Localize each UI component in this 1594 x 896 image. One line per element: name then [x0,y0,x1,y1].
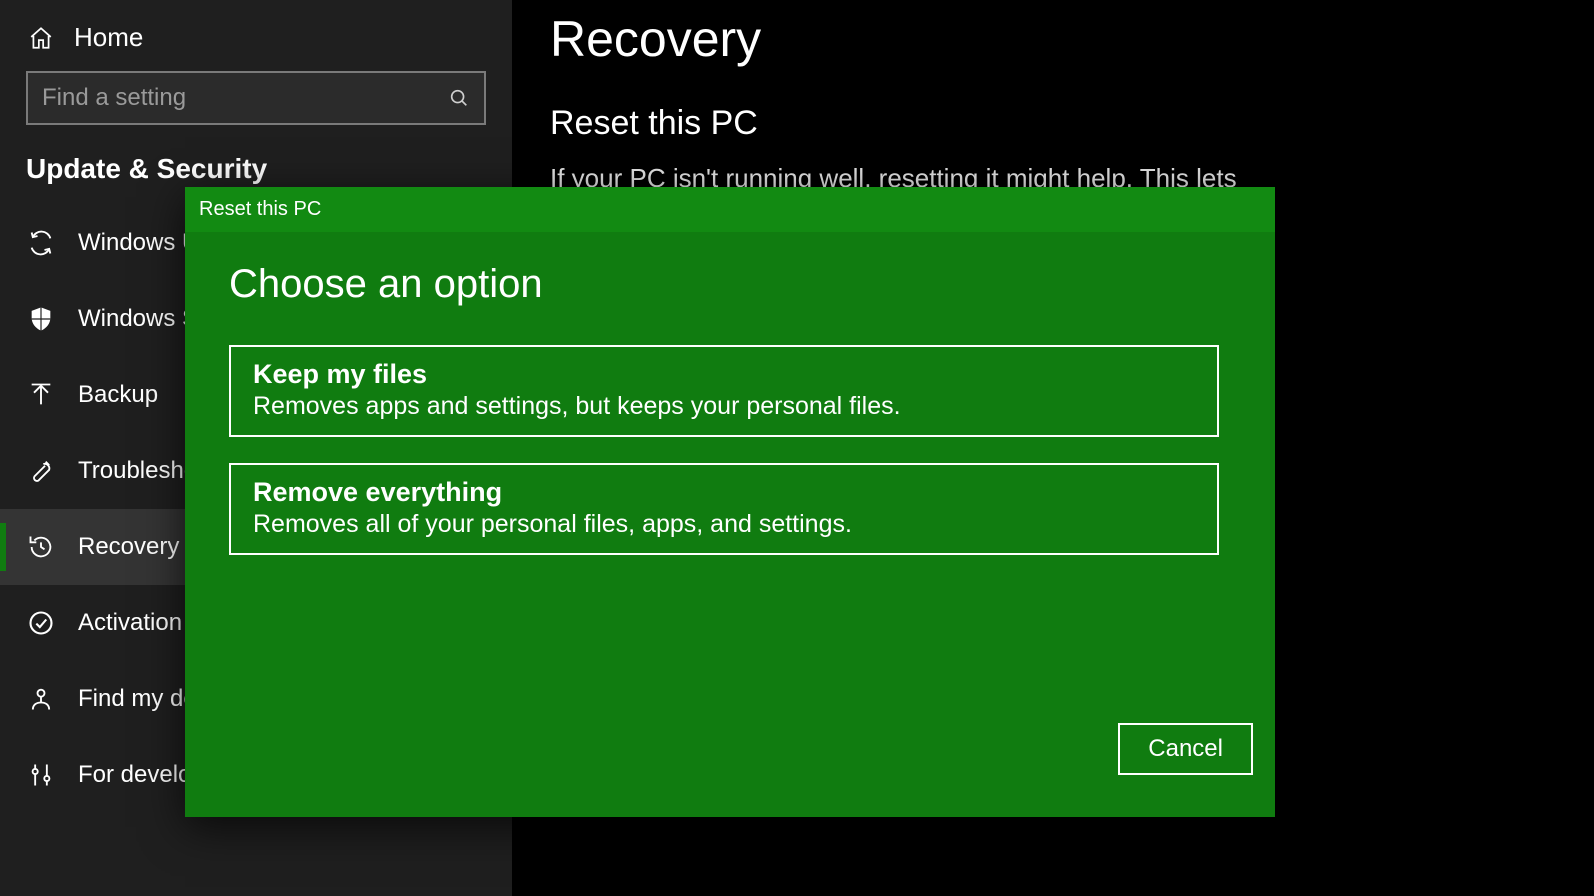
shield-icon [26,304,56,334]
dialog-titlebar[interactable]: Reset this PC [185,187,1275,232]
history-icon [26,532,56,562]
option-title: Keep my files [253,359,1195,390]
search-field[interactable] [42,84,448,112]
backup-icon [26,380,56,410]
sidebar-item-label: Backup [78,381,158,409]
option-desc: Removes all of your personal files, apps… [253,510,1195,539]
dialog-body: Choose an option Keep my files Removes a… [185,232,1275,817]
option-desc: Removes apps and settings, but keeps you… [253,392,1195,421]
dialog-heading: Choose an option [229,262,1231,307]
search-icon [448,87,470,109]
sliders-icon [26,760,56,790]
option-title: Remove everything [253,477,1195,508]
home-button[interactable]: Home [0,14,512,71]
page-title: Recovery [550,10,1594,68]
home-label: Home [74,22,143,53]
check-circle-icon [26,608,56,638]
home-icon [28,25,54,51]
sync-icon [26,228,56,258]
reset-pc-dialog: Reset this PC Choose an option Keep my f… [185,187,1275,817]
sidebar-item-label: Recovery [78,533,179,561]
sidebar-item-label: Activation [78,609,182,637]
option-keep-my-files[interactable]: Keep my files Removes apps and settings,… [229,345,1219,437]
search-input[interactable] [26,71,486,125]
dialog-title: Reset this PC [199,198,321,221]
search-wrap [0,71,512,147]
option-remove-everything[interactable]: Remove everything Removes all of your pe… [229,463,1219,555]
section-title: Reset this PC [550,104,1594,143]
location-person-icon [26,684,56,714]
wrench-icon [26,456,56,486]
cancel-button[interactable]: Cancel [1118,723,1253,775]
